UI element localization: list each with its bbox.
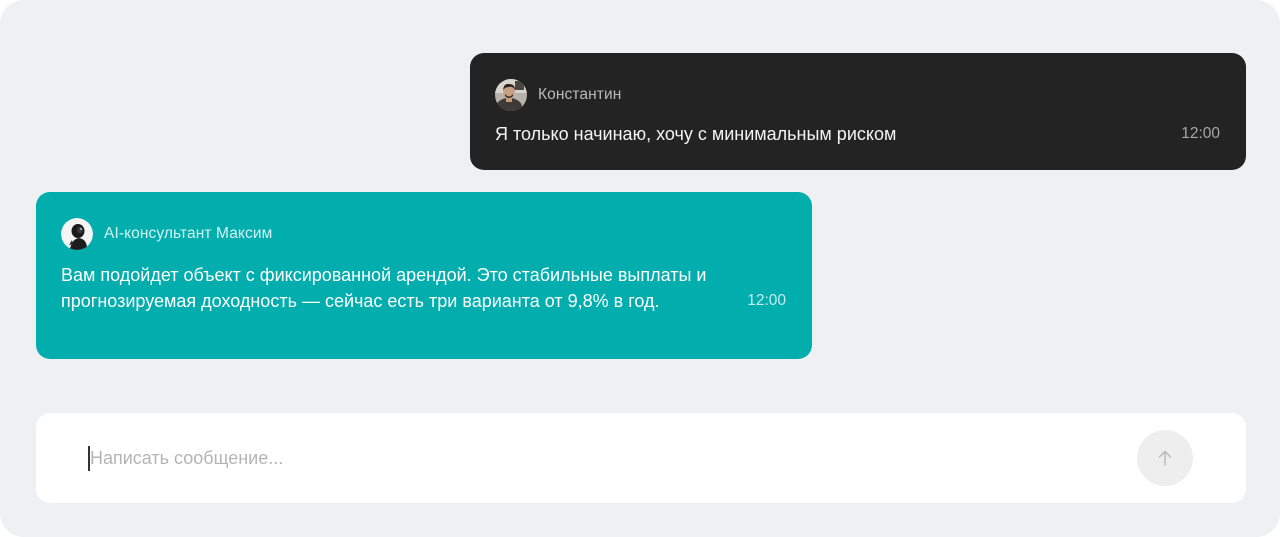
user-photo-avatar-icon — [495, 79, 527, 111]
message-composer — [36, 413, 1246, 503]
send-button[interactable] — [1137, 430, 1193, 486]
message-time: 12:00 — [747, 292, 786, 309]
sender-name: AI-консультант Максим — [104, 225, 273, 242]
ai-avatar — [61, 218, 93, 250]
arrow-up-icon — [1158, 450, 1172, 466]
chat-panel: Константин Я только начинаю, хочу с мини… — [0, 0, 1280, 537]
message-time: 12:00 — [1181, 125, 1220, 142]
ai-message-bubble: AI-консультант Максим Вам подойдет объек… — [36, 192, 812, 359]
ai-robot-avatar-icon — [61, 218, 93, 250]
user-message-bubble: Константин Я только начинаю, хочу с мини… — [470, 53, 1246, 170]
message-header: Константин — [495, 79, 1220, 111]
message-header: AI-консультант Максим — [61, 218, 786, 250]
user-avatar — [495, 79, 527, 111]
message-input[interactable] — [90, 441, 1120, 475]
sender-name: Константин — [538, 86, 622, 103]
message-body: Я только начинаю, хочу с минимальным рис… — [495, 121, 1220, 147]
message-text: Я только начинаю, хочу с минимальным рис… — [495, 124, 897, 144]
message-text: Вам подойдет объект с фиксированной арен… — [61, 265, 707, 311]
message-body: Вам подойдет объект с фиксированной арен… — [61, 262, 786, 314]
